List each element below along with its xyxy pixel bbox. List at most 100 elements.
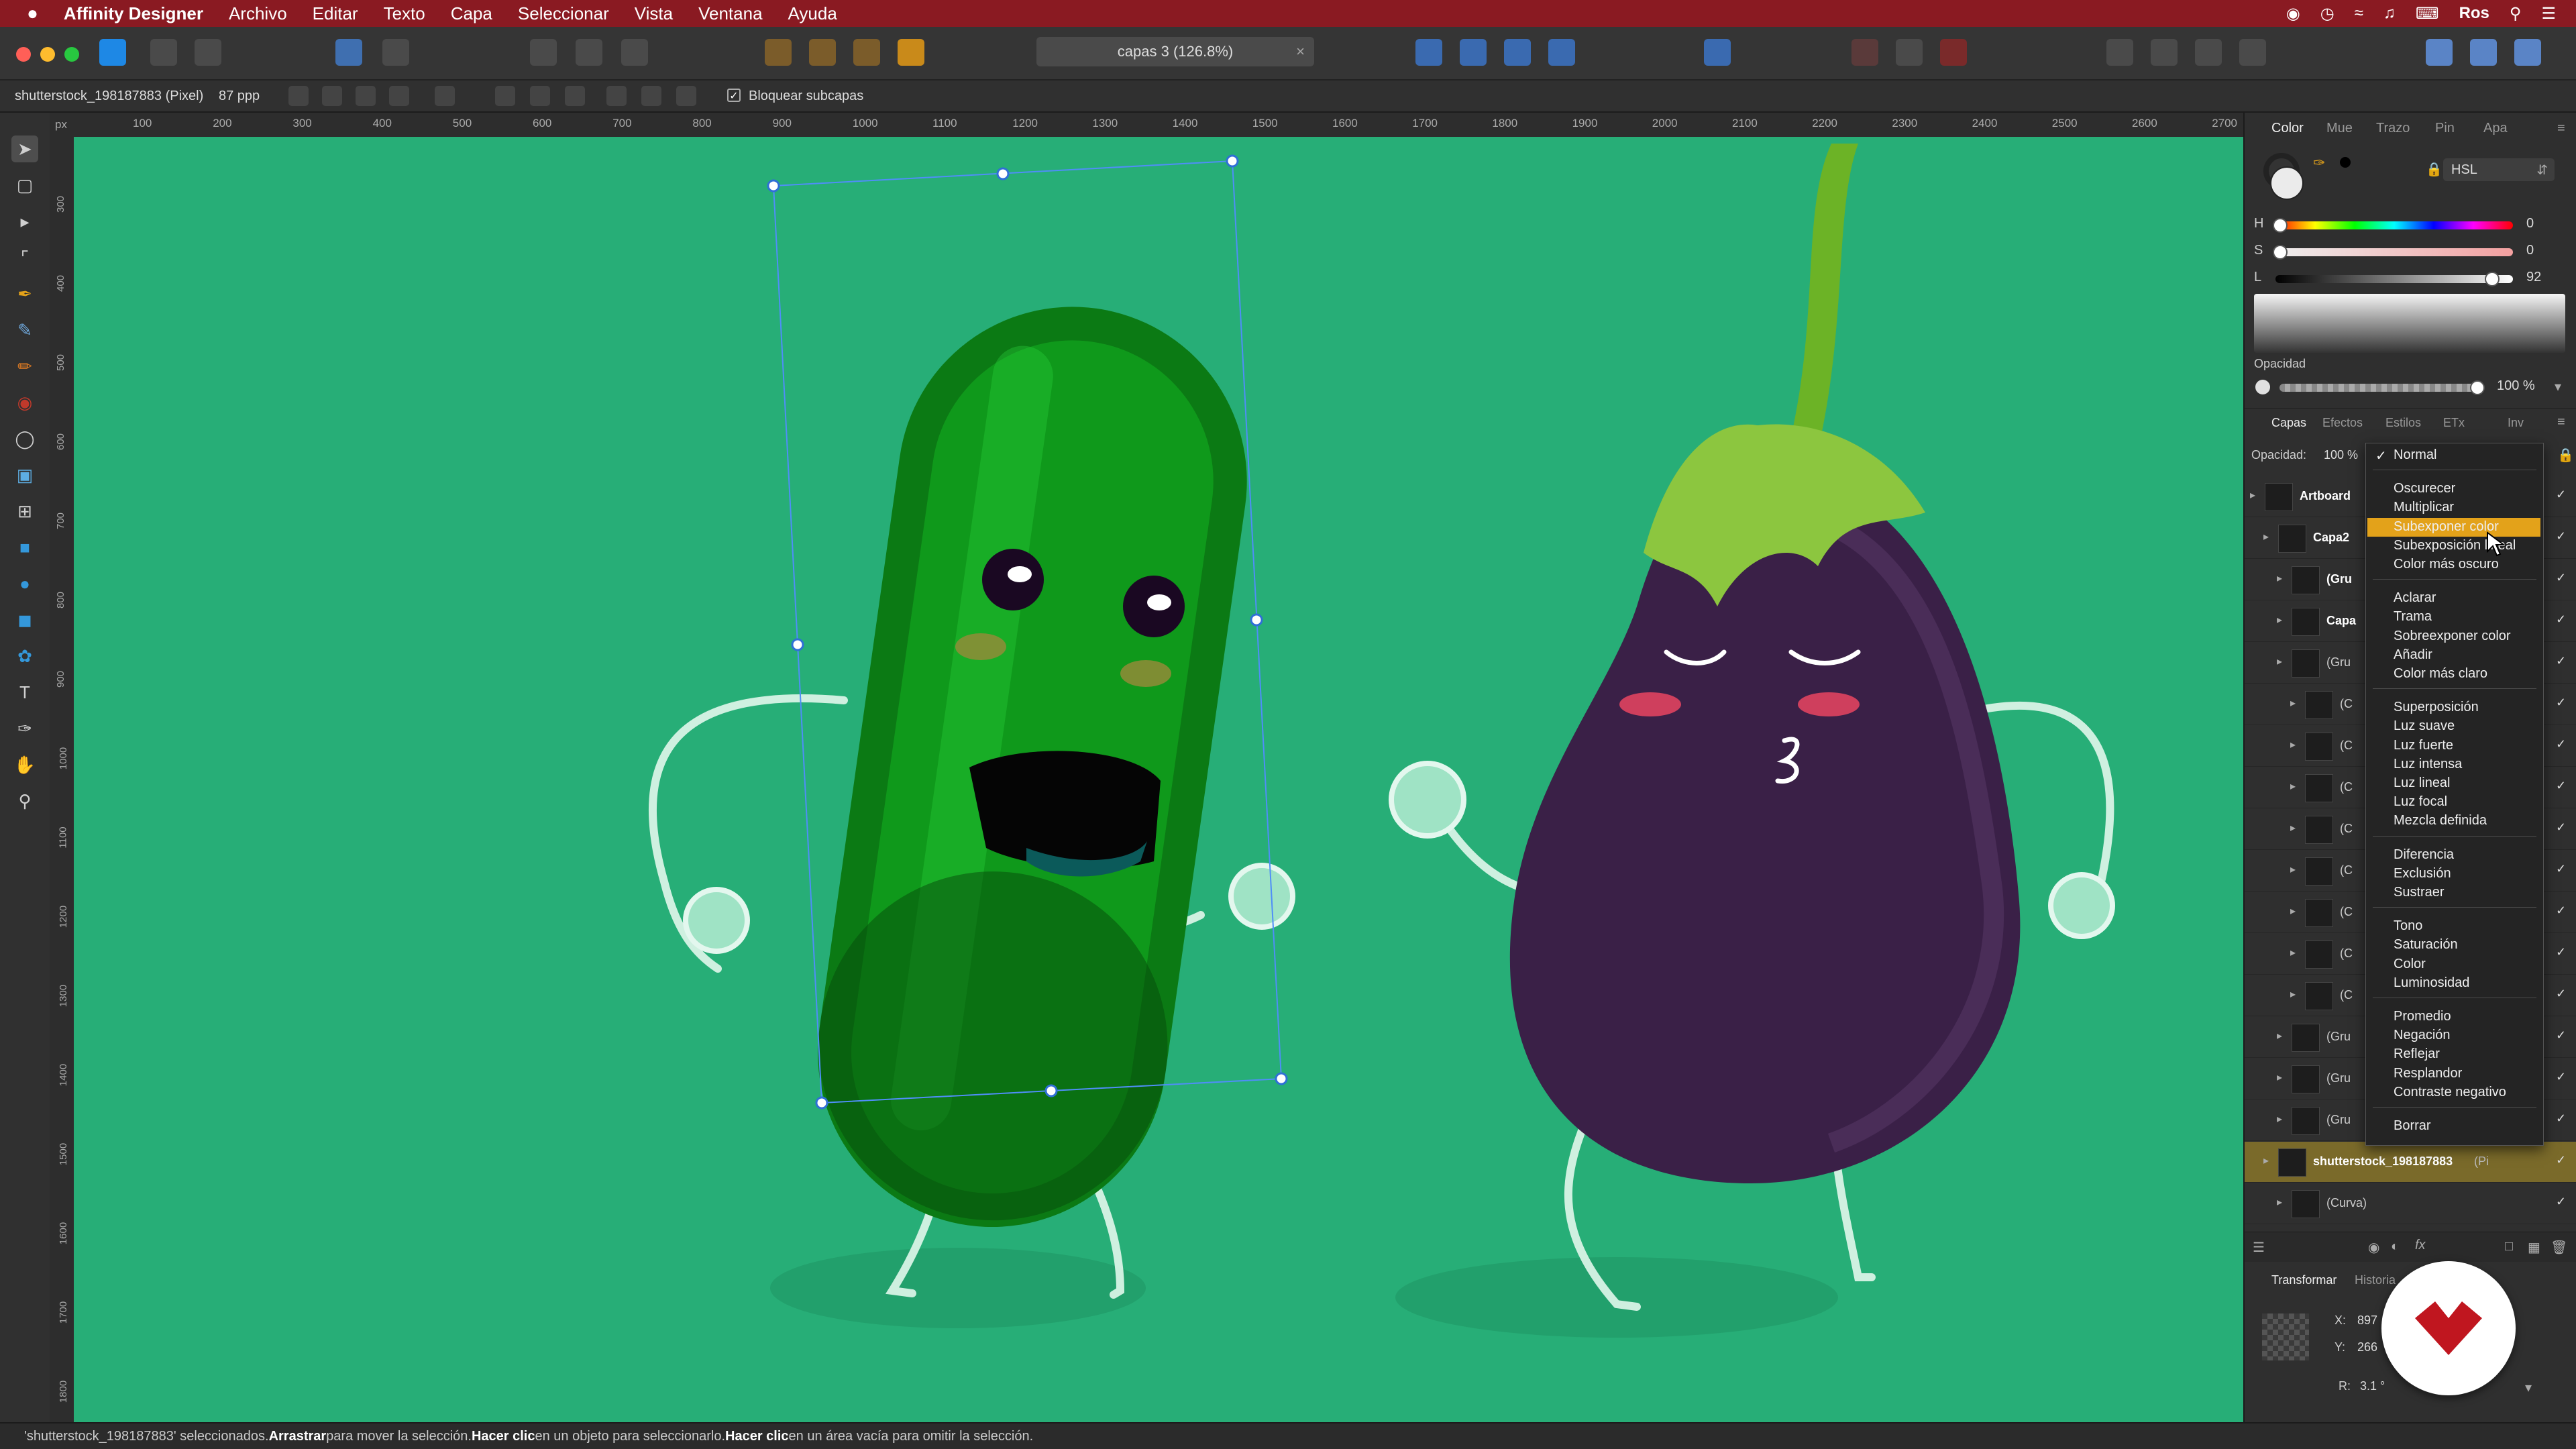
eyedropper-tool-icon[interactable]: ✑ [11, 715, 38, 742]
keyboard-icon[interactable]: ⌨ [2416, 4, 2439, 23]
transparency-tool-icon[interactable]: ◯ [11, 425, 38, 452]
zoom-tool-icon[interactable]: ⚲ [11, 788, 38, 814]
layer-visibility-checkbox[interactable]: ✓ [2556, 696, 2566, 710]
blend-option[interactable]: Sustraer [2394, 885, 2445, 900]
tab-effects[interactable]: Efectos [2322, 416, 2363, 430]
expand-triangle-icon[interactable]: ▸ [2277, 1071, 2282, 1084]
boolean-subtract-icon[interactable] [2151, 39, 2178, 66]
share-icon[interactable] [2426, 39, 2453, 66]
artboard-tool-icon[interactable]: ▢ [11, 172, 38, 199]
tab-transform[interactable]: Transformar [2271, 1273, 2337, 1287]
layer-visibility-checkbox[interactable]: ✓ [2556, 820, 2566, 835]
lightness-knob[interactable] [2484, 272, 2500, 286]
expand-triangle-icon[interactable]: ▸ [2290, 987, 2296, 1001]
expand-triangle-icon[interactable]: ▸ [2290, 904, 2296, 918]
expand-triangle-icon[interactable]: ▸ [2277, 1112, 2282, 1126]
brush-tool-icon[interactable]: ✏ [11, 353, 38, 380]
snap-options-icon[interactable] [435, 86, 455, 106]
blend-option[interactable]: Luz focal [2394, 794, 2447, 810]
blend-option[interactable]: Luz intensa [2394, 757, 2462, 772]
expand-triangle-icon[interactable]: ▸ [2277, 572, 2282, 585]
layer-lock-icon[interactable]: 🔒 [2557, 447, 2574, 464]
volume-icon[interactable]: ♫ [2383, 4, 2396, 23]
h-value[interactable]: 0 [2526, 216, 2534, 231]
menu-texto[interactable]: Texto [384, 3, 425, 24]
tab-brushes[interactable]: Pin [2435, 121, 2455, 136]
anchor-grid[interactable] [2262, 1313, 2309, 1360]
blend-option[interactable]: Luz fuerte [2394, 738, 2453, 753]
layer-stack-icon[interactable]: ☰ [2253, 1239, 2265, 1256]
layer-row[interactable]: ▸ shutterstock_198187883 (Pi ✓ [2245, 1142, 2576, 1183]
y-value[interactable]: 266 [2357, 1340, 2377, 1354]
vertical-ruler[interactable]: 300 400 500 600 700 800 900 1000 1100 1200 1300 140… [50, 137, 74, 1422]
record-icon[interactable]: ◉ [2286, 4, 2300, 23]
boolean-add-icon[interactable] [2106, 39, 2133, 66]
layer-visibility-checkbox[interactable]: ✓ [2556, 1195, 2566, 1209]
menu-ventana[interactable]: Ventana [698, 3, 762, 24]
layer-visibility-checkbox[interactable]: ✓ [2556, 1153, 2566, 1167]
fill-tool-icon[interactable]: ◉ [11, 389, 38, 416]
blend-option[interactable]: Saturación [2394, 937, 2458, 953]
boolean-divide-icon[interactable] [2239, 39, 2266, 66]
tab-stock[interactable]: Inv [2508, 416, 2524, 430]
blend-option[interactable]: Color más claro [2394, 666, 2487, 682]
align-left-icon[interactable] [495, 86, 515, 106]
menu-ayuda[interactable]: Ayuda [788, 3, 837, 24]
saturation-slider[interactable] [2273, 245, 2513, 260]
tab-color[interactable]: Color [2271, 121, 2304, 136]
layer-visibility-checkbox[interactable]: ✓ [2556, 1028, 2566, 1042]
fx-icon[interactable]: fx [2415, 1238, 2426, 1253]
snapping-icon[interactable] [382, 39, 409, 66]
tab-text-styles[interactable]: ETx [2443, 416, 2465, 430]
delete-layer-icon[interactable]: 🗑 [2551, 1239, 2567, 1256]
rotation-chevron-icon[interactable]: ▾ [2525, 1379, 2532, 1396]
panel-menu-icon[interactable]: ≡ [2557, 121, 2565, 136]
lock-children-checkbox[interactable]: ✓ [727, 89, 741, 102]
expand-triangle-icon[interactable]: ▸ [2290, 738, 2296, 751]
blend-option[interactable]: Oscurecer [2394, 481, 2455, 496]
blend-option[interactable]: Diferencia [2394, 847, 2454, 863]
horizontal-ruler[interactable]: px 100 200 300 400 500 600 700 800 900 1000 1100 12… [50, 113, 2243, 138]
pencil-tool-icon[interactable]: ✎ [11, 317, 38, 343]
layers-menu-icon[interactable]: ≡ [2557, 415, 2565, 430]
l-value[interactable]: 92 [2526, 270, 2541, 285]
tab-styles[interactable]: Estilos [2385, 416, 2421, 430]
blend-option[interactable]: Subexponer color [2394, 519, 2499, 535]
corner-tool-icon[interactable]: ⌜ [11, 244, 38, 271]
flip-horizontal-icon[interactable] [1415, 39, 1442, 66]
layer-visibility-checkbox[interactable]: ✓ [2556, 987, 2566, 1001]
wifi-icon[interactable]: ≈ [2355, 4, 2363, 23]
expand-triangle-icon[interactable]: ▸ [2263, 1154, 2269, 1167]
designer-persona-icon[interactable] [99, 39, 126, 66]
blend-option[interactable]: Trama [2394, 609, 2432, 625]
black-swatch[interactable] [2340, 157, 2351, 168]
adjustment-icon[interactable]: ◐ [2391, 1239, 2399, 1254]
zoom-window-button[interactable] [64, 47, 79, 62]
x-value[interactable]: 897 [2357, 1313, 2377, 1328]
blend-option[interactable]: Luz lineal [2394, 775, 2451, 791]
pen-tool-icon[interactable]: ✒ [11, 280, 38, 307]
tab-stroke[interactable]: Trazo [2376, 121, 2410, 136]
app-menu[interactable]: Affinity Designer [64, 3, 203, 24]
menu-archivo[interactable]: Archivo [229, 3, 287, 24]
layer-visibility-checkbox[interactable]: ✓ [2556, 571, 2566, 585]
layer-visibility-checkbox[interactable]: ✓ [2556, 779, 2566, 793]
color-preview[interactable] [2254, 294, 2565, 353]
blend-option[interactable]: Promedio [2394, 1009, 2451, 1024]
layer-row[interactable]: ▸ (Curva) ✓ [2245, 1183, 2576, 1224]
layer-visibility-checkbox[interactable]: ✓ [2556, 1070, 2566, 1084]
view-mode-2-icon[interactable] [576, 39, 602, 66]
blend-option[interactable]: Color [2394, 957, 2426, 972]
transform-origin-icon[interactable] [288, 86, 309, 106]
grid-icon[interactable] [1851, 39, 1878, 66]
view-mode-icon[interactable] [530, 39, 557, 66]
align-icon[interactable] [1704, 39, 1731, 66]
menu-vista[interactable]: Vista [635, 3, 673, 24]
expand-triangle-icon[interactable]: ▸ [2290, 696, 2296, 710]
arrange-forward-icon[interactable] [853, 39, 880, 66]
expand-triangle-icon[interactable]: ▸ [2290, 863, 2296, 876]
hue-knob[interactable] [2273, 218, 2288, 233]
flip-vertical-icon[interactable] [1460, 39, 1487, 66]
opacity-knob[interactable] [2470, 380, 2485, 395]
expand-triangle-icon[interactable]: ▸ [2277, 1195, 2282, 1209]
